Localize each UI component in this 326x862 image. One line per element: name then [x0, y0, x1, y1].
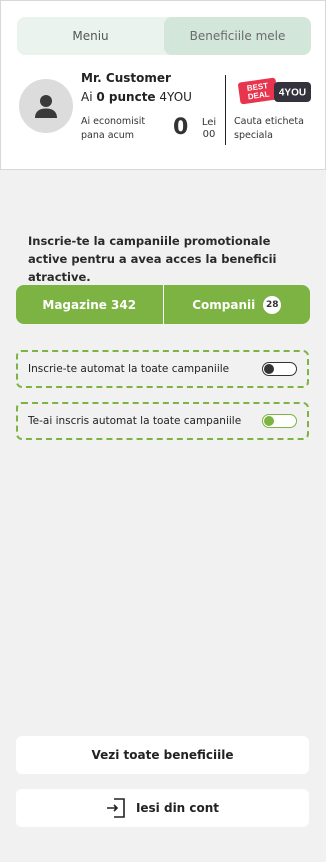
best-deal-4you-logo: BEST DEAL 4YOU: [238, 77, 311, 105]
auto-enrolled-toggle[interactable]: [262, 414, 297, 428]
vertical-divider: [225, 75, 226, 145]
tab-menu[interactable]: Meniu: [17, 17, 164, 55]
segment-companies[interactable]: Companii 28: [162, 285, 311, 324]
logout-icon: [106, 798, 125, 818]
saved-currency: Lei 00: [201, 117, 217, 140]
svg-text:4YOU: 4YOU: [279, 88, 306, 99]
segment-stores-label: Magazine 342: [42, 297, 137, 312]
store-company-switch: Magazine 342 Companii 28: [16, 285, 310, 324]
special-label-hint: Cauta eticheta speciala: [234, 116, 304, 141]
toggle-knob: [264, 416, 274, 426]
companies-count-badge: 28: [263, 295, 282, 314]
avatar: [19, 79, 73, 133]
points-value: 0 puncte: [96, 90, 156, 104]
auto-enrolled-row: Te-ai inscris automat la toate campaniil…: [16, 402, 309, 440]
saved-amount: 0: [173, 115, 189, 140]
points-summary: Ai 0 puncte 4YOU: [81, 90, 192, 104]
logout-button[interactable]: Iesi din cont: [16, 789, 309, 827]
auto-enroll-toggle[interactable]: [262, 362, 297, 376]
toggle-knob: [264, 364, 274, 374]
promo-text: Inscrie-te la campaniile promotionale ac…: [28, 234, 277, 284]
auto-enroll-row: Inscrie-te automat la toate campaniile: [16, 350, 309, 388]
tab-my-benefits[interactable]: Beneficiile mele: [164, 17, 311, 55]
tab-bar: Meniu Beneficiile mele: [17, 17, 311, 55]
auto-enroll-label: Inscrie-te automat la toate campaniile: [28, 363, 230, 375]
customer-name: Mr. Customer: [81, 71, 171, 85]
saved-label: Ai economisit pana acum: [81, 116, 146, 141]
user-icon: [35, 95, 57, 118]
profile-header: Meniu Beneficiile mele Mr. Customer Ai 0…: [0, 0, 326, 170]
segment-stores[interactable]: Magazine 342: [16, 285, 163, 324]
view-all-benefits-label: Vezi toate beneficiile: [91, 748, 234, 762]
auto-enrolled-label: Te-ai inscris automat la toate campaniil…: [28, 415, 242, 427]
segment-companies-label: Companii: [192, 297, 256, 312]
logout-label: Iesi din cont: [135, 801, 220, 815]
view-all-benefits-button[interactable]: Vezi toate beneficiile: [16, 736, 309, 774]
